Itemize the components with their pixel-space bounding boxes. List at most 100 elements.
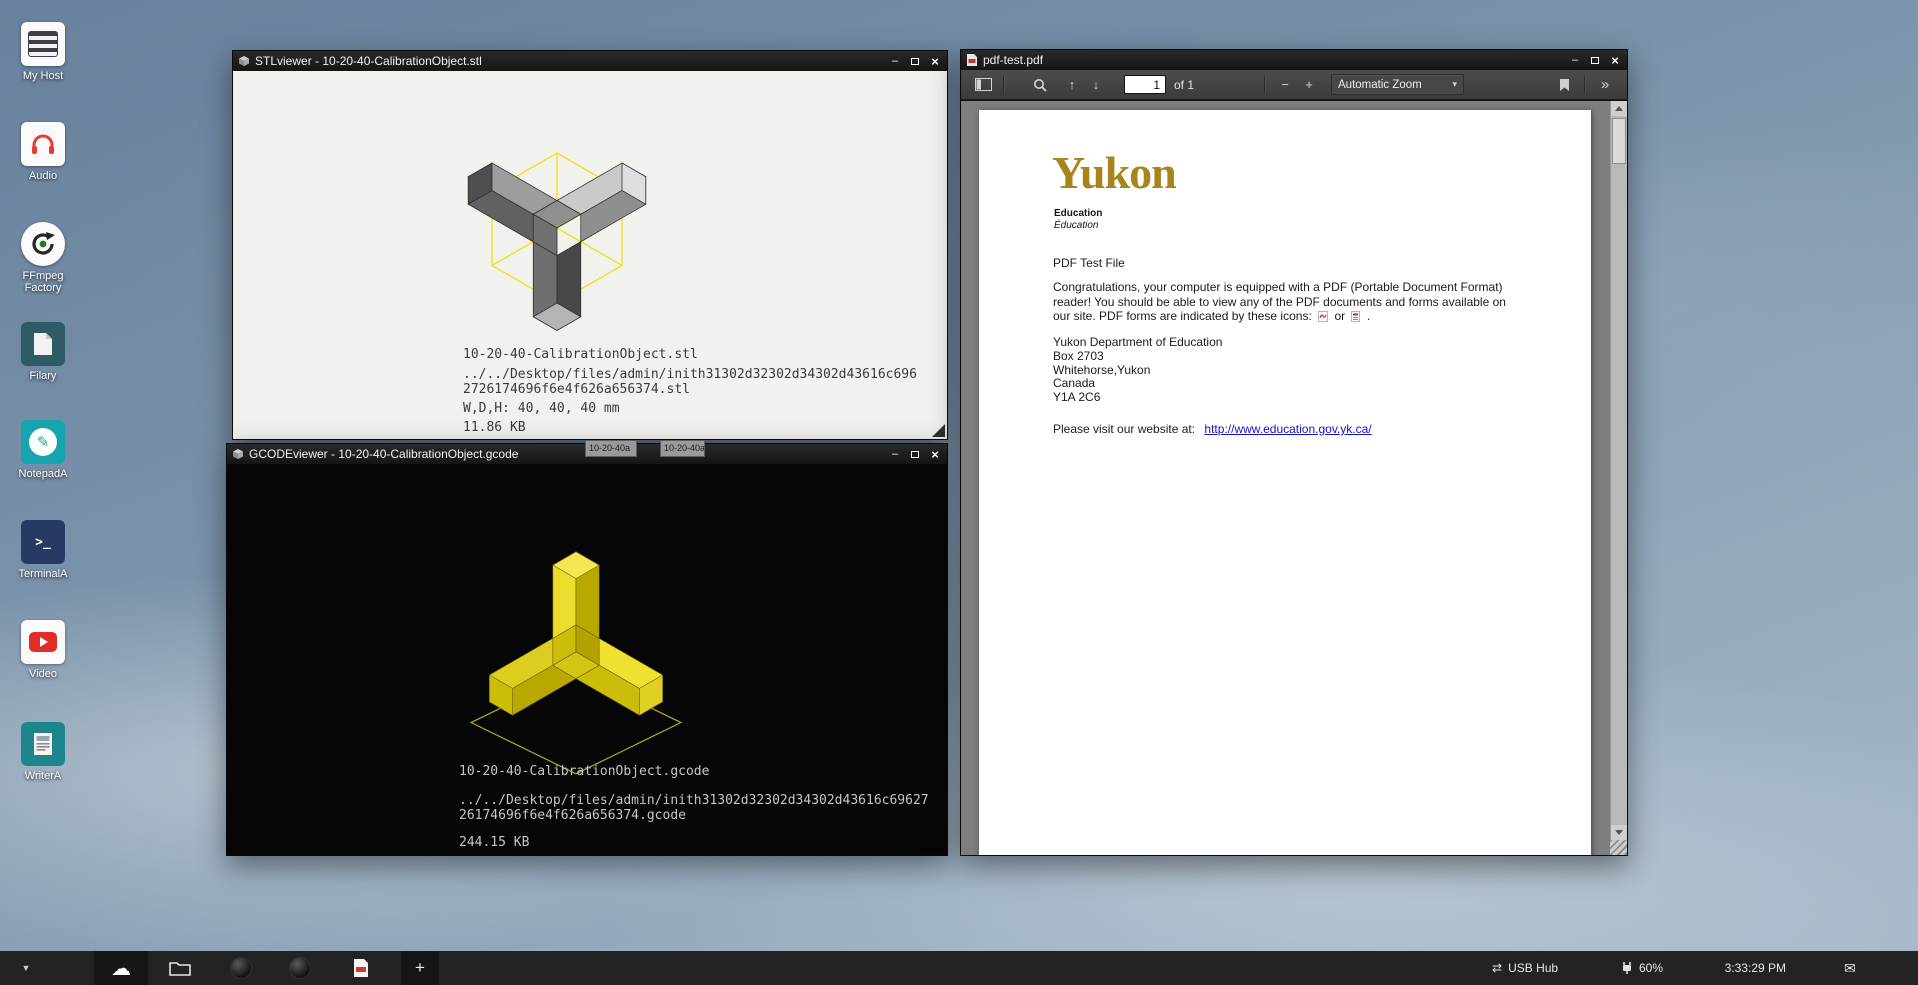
toolbar-separator [1264, 76, 1265, 94]
maximize-icon [911, 58, 919, 65]
triangle-up-icon [1615, 106, 1623, 111]
page-number-input[interactable] [1124, 75, 1166, 94]
taskbar-item-stlviewer[interactable] [219, 957, 263, 979]
desktop-icon-video[interactable]: Video [11, 620, 75, 680]
desktop-icon-notepada[interactable]: ✎ NotepadA [11, 420, 75, 480]
resize-grip[interactable] [1610, 840, 1627, 855]
toolbar-separator [1584, 76, 1585, 94]
taskbar-item-pdfviewer[interactable] [339, 958, 383, 978]
address-line: Y1A 2C6 [1053, 391, 1222, 405]
website-line: Please visit our website at: http://www.… [1053, 422, 1372, 436]
host-list-glyph [28, 31, 58, 57]
gcode-window-title: GCODEviewer - 10-20-40-CalibrationObject… [249, 447, 518, 461]
desktop-icon-writera[interactable]: WriterA [11, 722, 75, 782]
pencil-icon: ✎ [21, 420, 65, 464]
next-page-button[interactable]: ↓ [1084, 73, 1108, 97]
battery-percent: 60% [1639, 961, 1663, 975]
gcode-viewer-window: GCODEviewer - 10-20-40-CalibrationObject… [226, 443, 948, 856]
pdf-titlebar[interactable]: pdf-test.pdf – × [961, 50, 1627, 70]
scrollbar-thumb[interactable] [1612, 118, 1626, 164]
chevron-down-icon[interactable]: ▼ [8, 963, 44, 973]
sentence-period: . [1367, 309, 1370, 323]
pdf-page: Yukon Education Éducation PDF Test File … [979, 110, 1591, 855]
desktop-icon-audio[interactable]: Audio [11, 122, 75, 182]
gcode-file-info: 10-20-40-CalibrationObject.gcode ../../D… [459, 764, 522, 854]
zoom-out-button[interactable]: − [1273, 73, 1297, 97]
close-button[interactable]: × [926, 54, 944, 69]
pdf-doc-paragraph: Congratulations, your computer is equipp… [1053, 280, 1506, 324]
paragraph-line: our site. PDF forms are indicated by the… [1053, 309, 1312, 323]
desktop-icon-label: My Host [11, 70, 75, 82]
play-triangle [40, 637, 48, 647]
acrobat-pdf-icon [1318, 311, 1328, 322]
background-window-tab[interactable]: 10-20-40a [660, 440, 705, 457]
website-link[interactable]: http://www.education.gov.yk.ca/ [1204, 422, 1371, 436]
desktop-icon-label: Audio [11, 170, 75, 182]
gcode-filename: 10-20-40-CalibrationObject.gcode [459, 764, 709, 779]
bookmark-icon [1559, 78, 1570, 92]
more-tools-button[interactable]: » [1593, 73, 1617, 97]
triangle-down-icon [1615, 830, 1623, 835]
usb-hub-indicator[interactable]: ⇄ USB Hub [1492, 961, 1574, 975]
gcode-path-line2: 26174696f6e4f626a656374.gcode [459, 808, 686, 823]
window-controls: – × [886, 54, 944, 69]
red-play-tile [29, 632, 57, 652]
desktop-icon-label: WriterA [11, 770, 75, 782]
taskbar-item-files[interactable] [158, 960, 202, 976]
scroll-down-button[interactable] [1611, 825, 1627, 840]
maximize-button[interactable] [906, 447, 924, 462]
stl-path-line2: 2726174696f6e4f626a656374.stl [463, 382, 690, 397]
gcode-viewport[interactable]: 10-20-40-CalibrationObject.gcode ../../D… [227, 464, 947, 855]
pdf-content-area: Yukon Education Éducation PDF Test File … [961, 101, 1627, 855]
background-window-tab[interactable]: 10-20-40a [585, 440, 637, 457]
sidebar-toggle-button[interactable] [971, 73, 995, 97]
address-line: Whitehorse,Yukon [1053, 364, 1222, 378]
mail-icon[interactable]: ✉ [1844, 960, 1860, 977]
zoom-in-button[interactable]: + [1297, 73, 1321, 97]
minimize-button[interactable]: – [886, 447, 904, 462]
stl-titlebar[interactable]: STLviewer - 10-20-40-CalibrationObject.s… [233, 51, 947, 71]
desktop-icon-label: Filary [11, 370, 75, 382]
close-button[interactable]: × [1606, 53, 1624, 68]
close-button[interactable]: × [926, 447, 944, 462]
resize-grip[interactable] [932, 424, 945, 437]
scroll-up-button[interactable] [1611, 101, 1627, 116]
yukon-logo: Yukon [1052, 150, 1176, 196]
previous-page-button[interactable]: ↑ [1060, 73, 1084, 97]
pdf-form-icon [1351, 311, 1360, 322]
app-cube-icon [232, 448, 244, 460]
paragraph-line: reader! You should be able to view any o… [1053, 295, 1506, 310]
desktop-icon-terminala[interactable]: >_ TerminalA [11, 520, 75, 580]
maximize-button[interactable] [1586, 53, 1604, 68]
maximize-button[interactable] [906, 54, 924, 69]
zoom-select[interactable]: Automatic Zoom ▾ [1331, 74, 1464, 95]
search-icon [1033, 78, 1047, 92]
vertical-scrollbar[interactable] [1610, 101, 1627, 840]
new-tab-button[interactable]: + [401, 951, 439, 985]
find-button[interactable] [1028, 73, 1052, 97]
logo-subtitle-fr: Éducation [1054, 220, 1098, 231]
stl-filename: 10-20-40-CalibrationObject.stl [463, 347, 698, 362]
address-block: Yukon Department of Education Box 2703 W… [1053, 336, 1222, 405]
maximize-icon [1591, 57, 1599, 64]
chevron-down-icon: ▾ [1452, 79, 1457, 90]
desktop-icon-filary[interactable]: Filary [11, 322, 75, 382]
taskbar-item-gcodeviewer[interactable] [278, 957, 322, 979]
gcode-path-line1: ../../Desktop/files/admin/inith31302d323… [459, 793, 929, 808]
desktop-icon-my-host[interactable]: My Host [11, 22, 75, 82]
terminal-prompt-icon: >_ [21, 520, 65, 564]
stl-viewport[interactable]: 10-20-40-CalibrationObject.stl ../../Des… [233, 71, 947, 439]
taskbar-item-cloud[interactable]: ☁ [94, 951, 148, 985]
pdf-window-title: pdf-test.pdf [983, 53, 1043, 67]
bookmark-button[interactable] [1552, 73, 1576, 97]
gcode-filesize: 244.15 KB [459, 835, 529, 850]
pencil-badge: ✎ [29, 428, 57, 456]
minimize-button[interactable]: – [1566, 53, 1584, 68]
paragraph-line-with-icons: our site. PDF forms are indicated by the… [1053, 309, 1506, 324]
toolbar-separator [1003, 76, 1004, 94]
power-indicator[interactable]: 60% [1620, 961, 1672, 975]
desktop-icon-ffmpeg-factory[interactable]: FFmpeg Factory [11, 222, 75, 294]
stl-file-info: 10-20-40-CalibrationObject.stl ../../Des… [463, 347, 526, 439]
minimize-button[interactable]: – [886, 54, 904, 69]
taskbar: ▼ ☁ + ⇄ USB Hub 60% 3:33:29 PM ✉ [0, 951, 1918, 985]
